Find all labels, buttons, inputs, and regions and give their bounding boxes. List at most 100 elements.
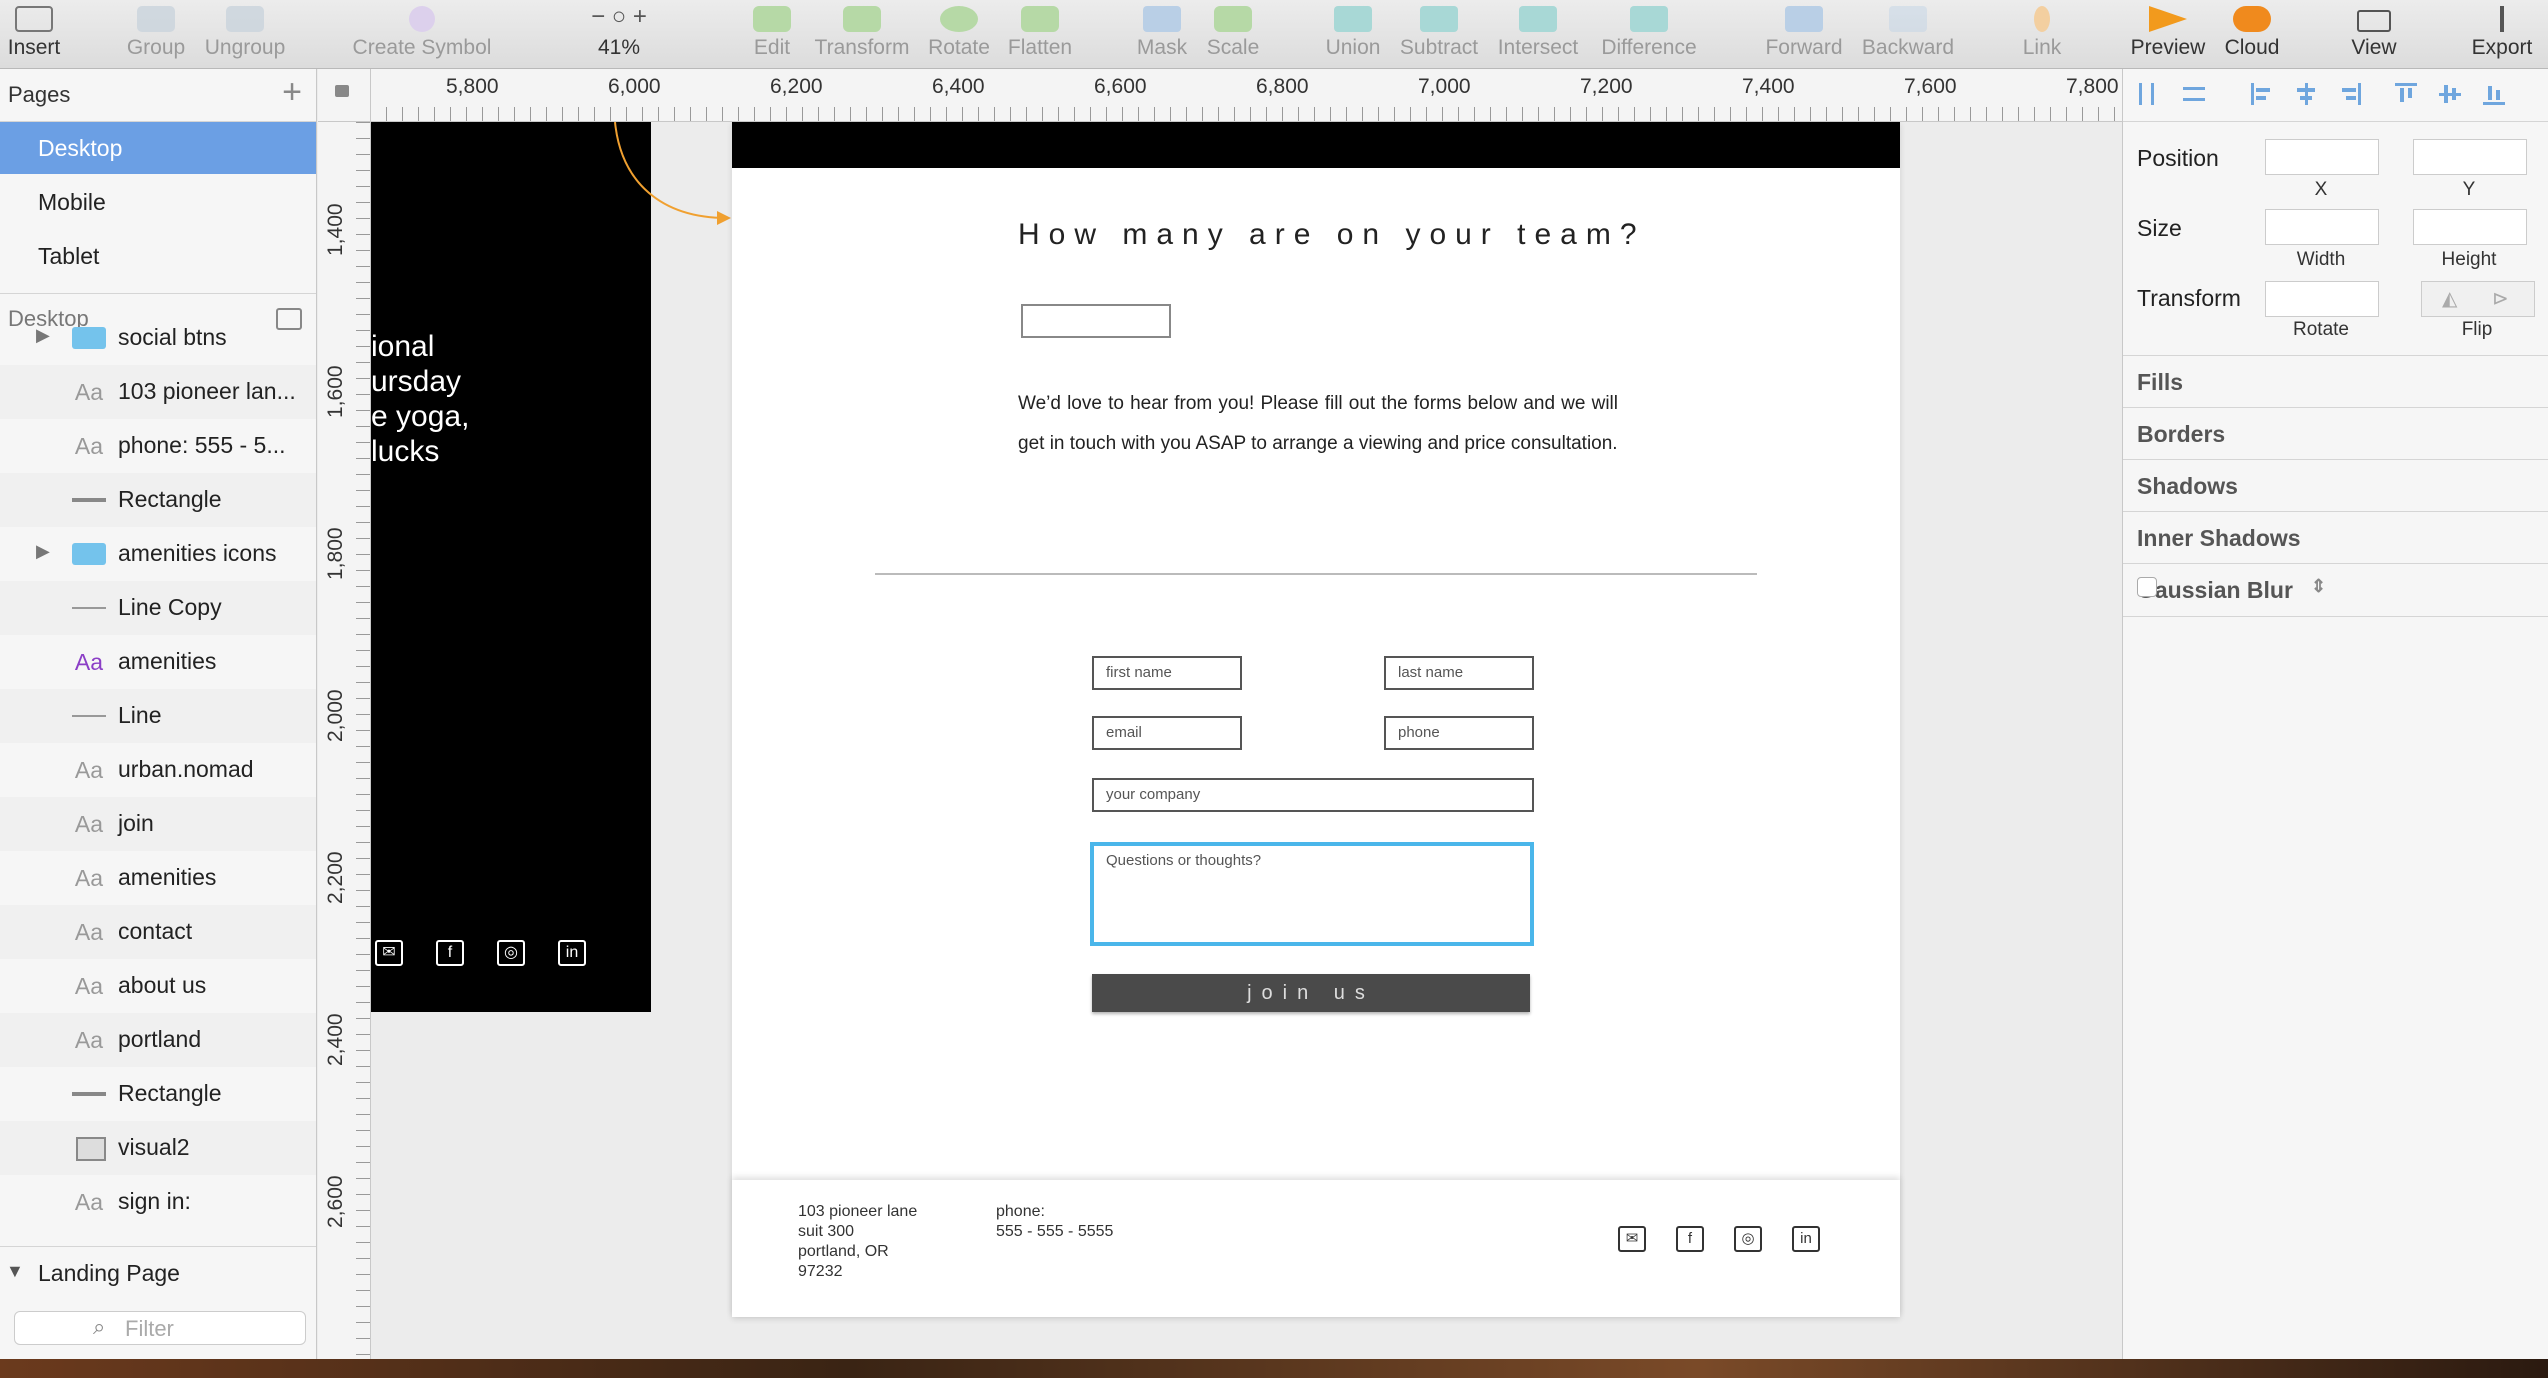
vertical-ruler[interactable]: 1,400 1,600 1,800 2,000 2,200 2,400 2,60… <box>318 122 371 1359</box>
align-bottom-icon[interactable] <box>2483 83 2505 105</box>
page-item-tablet[interactable]: Tablet <box>0 230 316 282</box>
layer-item[interactable]: Aa 103 pioneer lan... <box>0 365 316 419</box>
facebook-icon[interactable]: f <box>1676 1226 1704 1252</box>
gaussian-blur-section[interactable]: Gaussian Blur ⇕ <box>2123 563 2548 617</box>
width-input[interactable] <box>2265 209 2379 245</box>
facebook-icon[interactable]: f <box>436 940 464 966</box>
line-icon <box>72 607 106 609</box>
position-y-input[interactable] <box>2413 139 2527 175</box>
preview-button[interactable]: Preview <box>2128 0 2208 68</box>
mask-button[interactable]: Mask <box>1134 0 1190 68</box>
layer-item[interactable]: Rectangle <box>0 1067 316 1121</box>
export-icon <box>2500 6 2504 32</box>
forward-button[interactable]: Forward <box>1762 0 1846 68</box>
insert-button[interactable]: Insert <box>0 0 68 68</box>
dark-artboard-text: ional <box>371 330 435 363</box>
align-middle-icon[interactable] <box>2439 83 2461 105</box>
mail-icon[interactable]: ✉ <box>1618 1226 1646 1252</box>
last-name-field[interactable]: last name <box>1384 656 1534 690</box>
layer-item[interactable]: Aa phone: 555 - 5... <box>0 419 316 473</box>
email-field[interactable]: email <box>1092 716 1242 750</box>
layer-item[interactable]: ▶ amenities icons <box>0 527 316 581</box>
flip-horizontal-icon[interactable]: ◭ <box>2442 286 2457 311</box>
view-button[interactable]: View <box>2344 0 2404 68</box>
fills-section[interactable]: Fills <box>2123 355 2548 408</box>
add-page-icon[interactable]: + <box>282 75 302 109</box>
page-item-mobile[interactable]: Mobile <box>0 176 316 228</box>
edit-button[interactable]: Edit <box>748 0 796 68</box>
rotate-button[interactable]: Rotate <box>926 0 992 68</box>
transform-button[interactable]: Transform <box>812 0 912 68</box>
subtract-button[interactable]: Subtract <box>1396 0 1482 68</box>
layer-item[interactable]: Aa contact <box>0 905 316 959</box>
align-right-icon[interactable] <box>2339 83 2361 105</box>
group-button[interactable]: Group <box>120 0 192 68</box>
borders-section[interactable]: Borders <box>2123 407 2548 460</box>
layer-item[interactable]: Rectangle <box>0 473 316 527</box>
cloud-button[interactable]: Cloud <box>2220 0 2284 68</box>
gaussian-blur-checkbox[interactable] <box>2137 577 2157 597</box>
layer-item[interactable]: Aa sign in: <box>0 1175 316 1229</box>
canvas[interactable]: ional ursday e yoga, lucks ✉ f ◎ in How … <box>371 122 2121 1359</box>
layer-item[interactable]: ▶ social btns <box>0 311 316 365</box>
disclosure-triangle-icon[interactable]: ▶ <box>36 541 50 562</box>
linkedin-icon[interactable]: in <box>558 940 586 966</box>
company-field[interactable]: your company <box>1092 778 1534 812</box>
linkedin-icon[interactable]: in <box>1792 1226 1820 1252</box>
shadows-section[interactable]: Shadows <box>2123 459 2548 512</box>
layer-name: amenities <box>118 648 217 674</box>
align-top-icon[interactable] <box>2395 83 2417 105</box>
union-button[interactable]: Union <box>1322 0 1384 68</box>
export-button[interactable]: Export <box>2464 0 2540 68</box>
flip-vertical-icon[interactable]: ⊳ <box>2492 286 2509 311</box>
instagram-icon[interactable]: ◎ <box>497 940 525 966</box>
layer-item[interactable]: Line <box>0 689 316 743</box>
distribute-horizontal-icon[interactable] <box>2137 83 2159 105</box>
filter-input[interactable]: ⌕ Filter <box>14 1311 306 1345</box>
first-name-field[interactable]: first name <box>1092 656 1242 690</box>
ruler-label: 1,600 <box>324 365 347 418</box>
layer-item[interactable]: Aa amenities <box>0 635 316 689</box>
align-center-icon[interactable] <box>2295 83 2317 105</box>
disclosure-triangle-icon[interactable]: ▼ <box>6 1261 24 1282</box>
join-us-button[interactable]: join us <box>1092 974 1530 1012</box>
inner-shadows-section[interactable]: Inner Shadows <box>2123 511 2548 564</box>
mail-icon[interactable]: ✉ <box>375 940 403 966</box>
scale-button[interactable]: Scale <box>1204 0 1262 68</box>
page-item-desktop[interactable]: Desktop <box>0 122 316 174</box>
layer-item[interactable]: Aa amenities <box>0 851 316 905</box>
layer-item[interactable]: Aa join <box>0 797 316 851</box>
instagram-icon[interactable]: ◎ <box>1734 1226 1762 1252</box>
layer-group-landing-page[interactable]: ▼ Landing Page <box>0 1246 316 1299</box>
dark-artboard[interactable]: ional ursday e yoga, lucks ✉ f ◎ in <box>371 122 651 1012</box>
horizontal-ruler[interactable]: 5,800 6,000 6,200 6,400 6,600 6,800 7,00… <box>318 69 2122 122</box>
intersect-button[interactable]: Intersect <box>1494 0 1582 68</box>
difference-button[interactable]: Difference <box>1596 0 1702 68</box>
ungroup-button[interactable]: Ungroup <box>200 0 290 68</box>
phone-field[interactable]: phone <box>1384 716 1534 750</box>
thoughts-textarea[interactable]: Questions or thoughts? <box>1090 842 1534 946</box>
layer-item[interactable]: Aa urban.nomad <box>0 743 316 797</box>
disclosure-triangle-icon[interactable]: ▶ <box>36 325 50 346</box>
align-left-icon[interactable] <box>2251 83 2273 105</box>
flatten-button[interactable]: Flatten <box>1004 0 1076 68</box>
rotate-input[interactable] <box>2265 281 2379 317</box>
width-label: Width <box>2296 249 2346 270</box>
lock-icon[interactable] <box>335 85 349 97</box>
stepper-icon[interactable]: ⇕ <box>2311 576 2326 597</box>
create-symbol-button[interactable]: Create Symbol <box>348 0 496 68</box>
position-x-input[interactable] <box>2265 139 2379 175</box>
team-size-input[interactable] <box>1021 304 1171 338</box>
zoom-control[interactable]: − ○ + 41% <box>556 0 682 68</box>
contact-artboard[interactable]: How many are on your team? We’d love to … <box>732 122 1900 1317</box>
layer-item[interactable]: Aa portland <box>0 1013 316 1067</box>
layer-item[interactable]: Aa about us <box>0 959 316 1013</box>
layer-item[interactable]: visual2 <box>0 1121 316 1175</box>
backward-button[interactable]: Backward <box>1860 0 1956 68</box>
flip-control[interactable]: ◭ ⊳ <box>2421 281 2535 317</box>
height-input[interactable] <box>2413 209 2527 245</box>
distribute-vertical-icon[interactable] <box>2183 83 2205 105</box>
layer-item[interactable]: Line Copy <box>0 581 316 635</box>
link-button[interactable]: Link <box>2018 0 2066 68</box>
text-link-icon: Aa <box>74 811 104 837</box>
